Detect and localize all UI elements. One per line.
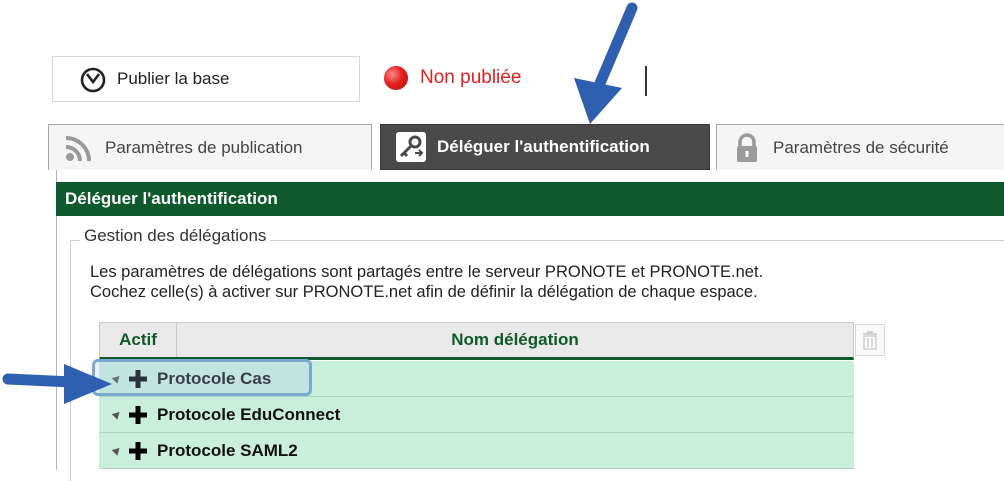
expand-triangle-icon[interactable] (111, 445, 123, 456)
table-header: Actif Nom délégation (99, 322, 854, 360)
rss-icon (65, 135, 91, 161)
publish-base-button[interactable]: Publier la base (52, 56, 360, 102)
key-icon (396, 132, 426, 162)
status-text: Non publiée (420, 67, 522, 88)
delegation-name: Protocole EduConnect (157, 404, 341, 424)
publication-status: Non publiée (384, 66, 521, 90)
expand-triangle-icon[interactable] (111, 409, 123, 420)
tab-security-settings[interactable]: Paramètres de sécurité (716, 124, 1004, 170)
annotation-arrow-down-icon (574, 2, 638, 124)
publish-base-label: Publier la base (117, 69, 230, 88)
panel-title: Déléguer l'authentification (56, 182, 1004, 216)
tab-label: Déléguer l'authentification (437, 137, 650, 156)
table-row[interactable]: Protocole SAML2 (99, 433, 854, 469)
table-row[interactable]: Protocole EduConnect (99, 397, 854, 433)
tab-label: Paramètres de sécurité (773, 137, 949, 157)
trash-icon (863, 331, 877, 350)
fieldset-legend: Gestion des délégations (80, 226, 271, 246)
row-highlight (92, 359, 312, 396)
column-header-nom-delegation[interactable]: Nom délégation (177, 323, 853, 357)
description-line: Les paramètres de délégations sont parta… (90, 263, 764, 281)
plus-icon[interactable] (127, 404, 149, 426)
delegation-name: Protocole SAML2 (157, 440, 298, 460)
status-red-dot-icon (384, 66, 408, 90)
plus-icon[interactable] (127, 440, 149, 462)
delegations-description: Les paramètres de délégations sont parta… (90, 262, 763, 302)
tab-delegate-authentication[interactable]: Déléguer l'authentification (380, 124, 710, 170)
description-line: Cochez celle(s) à activer sur PRONOTE.ne… (90, 283, 758, 301)
annotation-arrow-right-icon (2, 364, 112, 404)
tab-publication-settings[interactable]: Paramètres de publication (48, 124, 372, 170)
lock-icon (737, 132, 757, 162)
column-header-actif[interactable]: Actif (100, 323, 177, 357)
power-icon (80, 67, 106, 93)
tab-label: Paramètres de publication (105, 137, 303, 157)
delete-button[interactable] (855, 324, 885, 356)
